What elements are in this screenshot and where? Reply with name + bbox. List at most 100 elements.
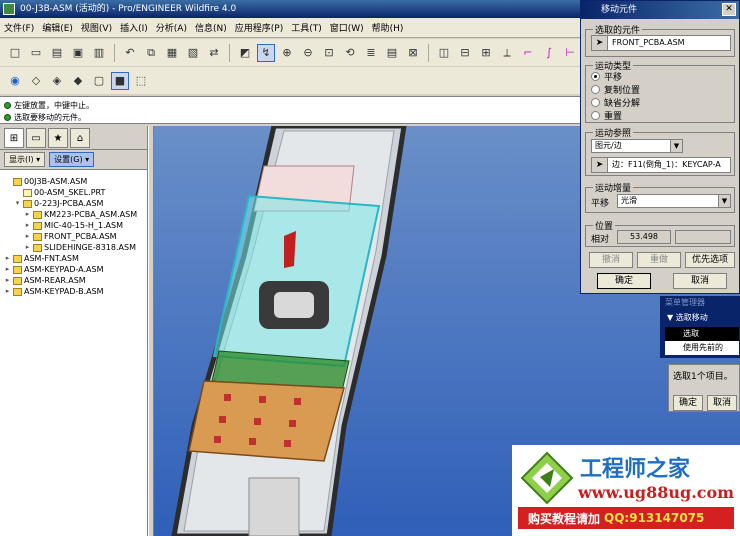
cancel-button[interactable]: 取消 xyxy=(673,273,727,289)
tree-node[interactable]: ▸ MIC-40-15-H_1.ASM xyxy=(2,220,145,231)
undo-button[interactable]: 撤消 xyxy=(589,252,633,268)
open-folder-icon[interactable]: ▭ xyxy=(27,44,45,62)
selected-component-value: FRONT_PCBA.ASM xyxy=(612,38,685,47)
model-tree-tab-icon[interactable]: ⊞ xyxy=(4,128,24,148)
zoom-out-icon[interactable]: ⊖ xyxy=(299,44,317,62)
paste-special-icon[interactable]: ▧ xyxy=(184,44,202,62)
select-cancel-button[interactable]: 取消 xyxy=(707,395,737,411)
menu-applications[interactable]: 应用程序(P) xyxy=(235,21,283,34)
redo-button[interactable]: 重做 xyxy=(637,252,681,268)
favorites-tab-icon[interactable]: ★ xyxy=(48,128,68,148)
measure-icon[interactable]: ⊢ xyxy=(561,44,579,62)
menu-help[interactable]: 帮助(H) xyxy=(372,21,404,34)
tree-expander-icon[interactable]: ▸ xyxy=(24,231,31,242)
reorient-icon[interactable]: ⟲ xyxy=(341,44,359,62)
saved-views-icon[interactable]: ≣ xyxy=(362,44,380,62)
hidden-line-icon[interactable]: ◈ xyxy=(48,72,66,90)
tree-node[interactable]: ▸ ASM-KEYPAD-B.ASM xyxy=(2,286,145,297)
translate-combo[interactable]: 光滑 ▼ xyxy=(617,194,731,208)
select-arrow-icon[interactable]: ➤ xyxy=(592,158,608,172)
perspective-icon[interactable]: ⬚ xyxy=(132,72,150,90)
repaint-icon[interactable]: ◩ xyxy=(236,44,254,62)
open-icon[interactable]: ▤ xyxy=(48,44,66,62)
radio-dot[interactable] xyxy=(591,110,600,120)
datum-axis-icon[interactable]: ⊟ xyxy=(456,44,474,62)
undo-icon[interactable]: ↶ xyxy=(121,44,139,62)
dropdown-arrow-icon[interactable]: ▼ xyxy=(718,195,730,207)
copy-icon[interactable]: ⧉ xyxy=(142,44,160,62)
tree-node[interactable]: ▾ 0-223J-PCBA.ASM xyxy=(2,198,145,209)
sketch-icon[interactable]: ⌐ xyxy=(519,44,537,62)
datum-point-icon[interactable]: ⊞ xyxy=(477,44,495,62)
preferences-button[interactable]: 优先选项 xyxy=(685,252,735,268)
tree-node[interactable]: 00-ASM_SKEL.PRT xyxy=(2,187,145,198)
save-icon[interactable]: ▣ xyxy=(69,44,87,62)
menu-item-select[interactable]: 选取 xyxy=(665,327,739,341)
message-icon xyxy=(4,113,11,121)
new-file-icon[interactable]: □ xyxy=(6,44,24,62)
menu-file[interactable]: 文件(F) xyxy=(4,21,34,34)
menu-info[interactable]: 信息(N) xyxy=(195,21,227,34)
assembly-icon xyxy=(33,232,42,241)
datum-curve-icon[interactable]: ∫ xyxy=(540,44,558,62)
radio-copy-position[interactable]: 复制位置 xyxy=(591,83,640,96)
show-button[interactable]: 显示(I) ▾ xyxy=(4,152,46,167)
menu-view[interactable]: 视图(V) xyxy=(81,21,112,34)
menu-insert[interactable]: 插入(I) xyxy=(120,21,148,34)
tree-node[interactable]: 00J3B-ASM.ASM xyxy=(2,176,145,187)
tree-expander-icon[interactable]: ▸ xyxy=(24,209,31,220)
motion-reference-field[interactable]: ➤ 边：F11(倒角_1)：KEYCAP-A xyxy=(591,157,731,173)
tree-expander-icon[interactable]: ▸ xyxy=(4,275,11,286)
shading-icon[interactable]: ■ xyxy=(111,71,129,90)
menu-tools[interactable]: 工具(T) xyxy=(291,21,322,34)
connections-tab-icon[interactable]: ⌂ xyxy=(70,128,90,148)
layers-icon[interactable]: ▤ xyxy=(383,44,401,62)
motion-reference-value: 边：F11(倒角_1)：KEYCAP-A xyxy=(612,160,721,169)
shading-edges-icon[interactable]: ▢ xyxy=(90,72,108,90)
print-icon[interactable]: ▥ xyxy=(90,44,108,62)
menu-analysis[interactable]: 分析(A) xyxy=(156,21,187,34)
tree-expander-icon[interactable]: ▸ xyxy=(24,220,31,231)
tree-node[interactable]: ▸ ASM-REAR.ASM xyxy=(2,275,145,286)
ok-button[interactable]: 确定 xyxy=(597,273,651,289)
no-hidden-icon[interactable]: ◆ xyxy=(69,72,87,90)
menu-edit[interactable]: 编辑(E) xyxy=(42,21,73,34)
tree-expander-icon[interactable]: ▸ xyxy=(4,286,11,297)
tree-expander-icon[interactable]: ▾ xyxy=(14,198,21,209)
tree-node[interactable]: ▸ KM223-PCBA_ASM.ASM xyxy=(2,209,145,220)
settings-button[interactable]: 设置(G) ▾ xyxy=(49,152,95,167)
refit-icon[interactable]: ⊡ xyxy=(320,44,338,62)
dropdown-arrow-icon[interactable]: ▼ xyxy=(670,140,682,152)
select-ok-button[interactable]: 确定 xyxy=(673,395,703,411)
zoom-in-icon[interactable]: ⊕ xyxy=(278,44,296,62)
coordinate-system-icon[interactable]: ⟂ xyxy=(498,44,516,62)
radio-dot[interactable] xyxy=(591,84,600,94)
radio-dot[interactable] xyxy=(591,97,600,107)
spin-icon[interactable]: ◉ xyxy=(6,72,24,90)
paste-icon[interactable]: ▦ xyxy=(163,44,181,62)
radio-translate[interactable]: 平移 xyxy=(591,70,622,83)
spin-center-icon[interactable]: ↯ xyxy=(257,43,275,62)
tree-expander-icon[interactable]: ▸ xyxy=(4,264,11,275)
menu-window[interactable]: 窗口(W) xyxy=(330,21,364,34)
selected-component-field[interactable]: ➤ FRONT_PCBA.ASM xyxy=(591,35,731,51)
close-window-icon[interactable]: ⊠ xyxy=(404,44,422,62)
tree-node[interactable]: ▸ ASM-FNT.ASM xyxy=(2,253,145,264)
tree-expander-icon[interactable]: ▸ xyxy=(4,253,11,264)
tree-node[interactable]: ▸ ASM-KEYPAD-A.ASM xyxy=(2,264,145,275)
tree-expander-icon[interactable]: ▸ xyxy=(24,242,31,253)
tree-node[interactable]: ▸ SLIDEHINGE-8318.ASM xyxy=(2,242,145,253)
wireframe-icon[interactable]: ◇ xyxy=(27,72,45,90)
datum-plane-icon[interactable]: ◫ xyxy=(435,44,453,62)
close-icon[interactable]: ✕ xyxy=(722,3,736,16)
folder-browser-tab-icon[interactable]: ▭ xyxy=(26,128,46,148)
radio-default-explode[interactable]: 缺省分解 xyxy=(591,96,640,109)
radio-dot[interactable] xyxy=(591,71,600,81)
tree-node[interactable]: ▸ FRONT_PCBA.ASM xyxy=(2,231,145,242)
menu-item-use-previous[interactable]: 使用先前的 xyxy=(665,341,739,355)
regenerate-icon[interactable]: ⇄ xyxy=(205,44,223,62)
motion-reference-combo[interactable]: 图元/边 ▼ xyxy=(591,139,683,153)
menu-manager-header[interactable]: ▼ 选取移动 xyxy=(661,309,739,327)
select-arrow-icon[interactable]: ➤ xyxy=(592,36,608,50)
radio-reset[interactable]: 重置 xyxy=(591,109,622,122)
